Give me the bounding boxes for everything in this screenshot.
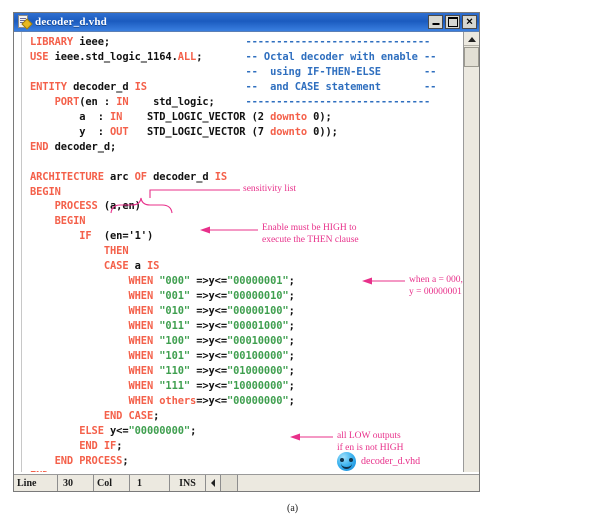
scroll-up-arrow-icon[interactable]: [464, 32, 479, 46]
blue-face-icon: [337, 452, 356, 471]
vhdl-file-icon: [17, 15, 33, 30]
file-badge: decoder_d.vhd: [337, 452, 420, 471]
code-canvas[interactable]: LIBRARY ieee; --------------------------…: [22, 32, 463, 472]
scrollbar-thumb[interactable]: [464, 47, 479, 67]
status-col-label: Col: [94, 475, 130, 491]
maximize-button[interactable]: [445, 15, 460, 29]
status-line-label: Line: [14, 475, 58, 491]
vertical-scrollbar[interactable]: [463, 32, 479, 472]
status-left-arrow-icon[interactable]: [206, 475, 221, 491]
status-filler: [238, 475, 479, 491]
window-controls: ✕: [428, 15, 477, 29]
code-editor-window: decoder_d.vhd ✕ LIBRARY ieee; ----------…: [13, 12, 480, 492]
window-title: decoder_d.vhd: [35, 16, 107, 28]
vhdl-source-code[interactable]: LIBRARY ieee; --------------------------…: [22, 32, 463, 472]
status-insert-mode: INS: [170, 475, 206, 491]
editor-gutter: [14, 32, 22, 472]
window-titlebar[interactable]: decoder_d.vhd ✕: [14, 13, 479, 32]
status-resize-box[interactable]: [221, 475, 238, 491]
close-glyph: ✕: [465, 16, 474, 27]
file-badge-label: decoder_d.vhd: [361, 456, 421, 467]
screenshot-root: decoder_d.vhd ✕ LIBRARY ieee; ----------…: [0, 0, 590, 524]
minimize-button[interactable]: [428, 15, 443, 29]
status-line-value: 30: [58, 475, 94, 491]
status-col-value: 1: [130, 475, 170, 491]
close-icon[interactable]: ✕: [462, 15, 477, 29]
status-bar: Line 30 Col 1 INS: [14, 474, 479, 491]
figure-caption: (a): [287, 503, 299, 514]
editor-area: LIBRARY ieee; --------------------------…: [14, 32, 479, 472]
